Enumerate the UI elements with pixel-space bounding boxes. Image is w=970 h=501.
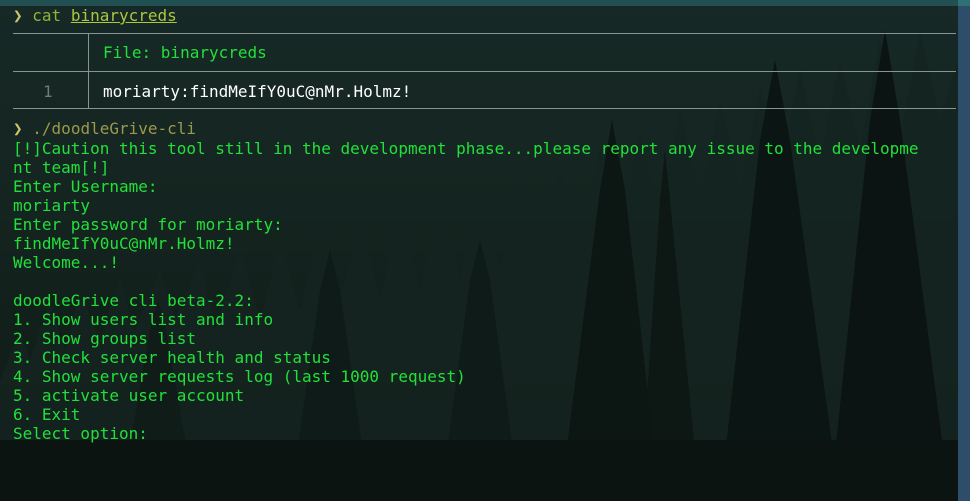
command-name: cat [32,6,62,25]
menu-option: 2. Show groups list [13,329,197,348]
menu-option: 6. Exit [13,405,81,424]
output-line: Enter password for moriarty: [13,215,283,234]
prompt-symbol: ❯ [13,6,23,25]
command-line-run: ❯ ./doodleGrive-cli [13,119,196,138]
file-line-content: moriarty:findMeIfY0uC@nMr.Holmz! [103,82,412,101]
output-line: [!]Caution this tool still in the develo… [13,139,919,158]
terminal-window[interactable]: ❯ cat binarycreds File: binarycreds 1 mo… [0,0,970,501]
divider [13,71,956,72]
line-number: 1 [43,82,53,101]
prompt-symbol: ❯ [13,119,23,138]
output-line: doodleGrive cli beta-2.2: [13,291,254,310]
command-argument: binarycreds [70,6,177,25]
output-line: moriarty [13,196,91,215]
file-viewer-header: File: binarycreds [103,43,267,62]
menu-option: 1. Show users list and info [13,310,274,329]
menu-option: 4. Show server requests log (last 1000 r… [13,367,466,386]
terminal-content[interactable]: ❯ cat binarycreds File: binarycreds 1 mo… [0,0,958,501]
output-line: nt team[!] [13,158,110,177]
output-line: Welcome...! [13,253,119,272]
output-line: findMeIfY0uC@nMr.Holmz! [13,234,235,253]
menu-option: 5. activate user account [13,386,245,405]
output-line: Enter Username: [13,177,158,196]
menu-option: 3. Check server health and status [13,348,331,367]
divider [13,33,956,34]
file-viewer: File: binarycreds 1 moriarty:findMeIfY0u… [13,33,956,109]
input-prompt[interactable]: Select option: [13,424,148,443]
divider [13,108,956,109]
command-line-cat: ❯ cat binarycreds [13,6,177,25]
divider [88,33,89,109]
command-name: ./doodleGrive-cli [32,119,197,138]
